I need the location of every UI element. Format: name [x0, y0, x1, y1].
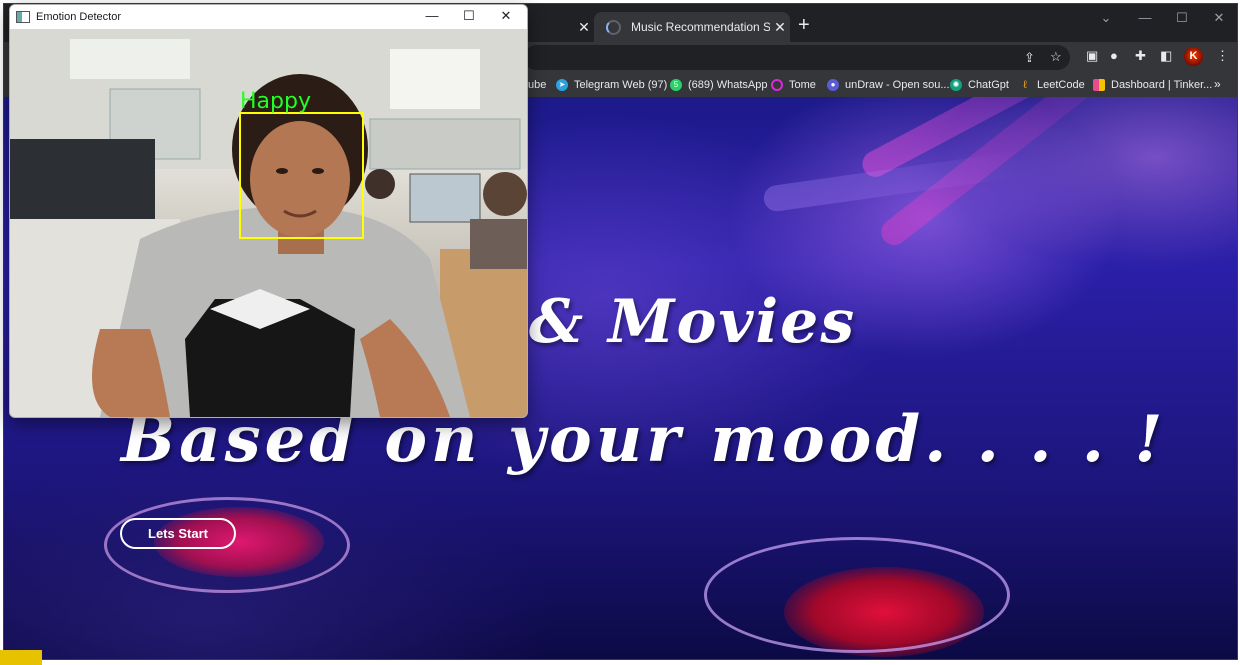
profile-avatar[interactable]: K — [1184, 47, 1203, 66]
maximize-icon[interactable]: ☐ — [451, 8, 487, 24]
bookmark-chatgpt[interactable]: ✺ ChatGpt — [950, 76, 1009, 94]
media-icon[interactable]: ▣ — [1086, 48, 1098, 64]
close-icon[interactable]: ✕ — [770, 19, 790, 36]
glass-partition — [369, 118, 521, 170]
side-panel-icon[interactable]: ◧ — [1160, 48, 1172, 64]
chatgpt-icon: ✺ — [950, 79, 962, 91]
minimize-icon[interactable]: — — [1130, 10, 1160, 25]
bookmark-label: Telegram Web (97) — [574, 79, 668, 91]
bookmark-label: (689) WhatsApp — [688, 79, 768, 91]
light-ring — [704, 537, 1010, 653]
bookmark-telegram[interactable]: ➤ Telegram Web (97) — [556, 76, 667, 94]
bookmark-label: Tome — [789, 79, 816, 91]
bookmark-label: ChatGpt — [968, 79, 1009, 91]
face-detection-box — [239, 112, 364, 239]
bookmark-label: LeetCode — [1037, 79, 1085, 91]
emotion-label: Happy — [240, 89, 311, 114]
webcam-feed: Happy — [10, 29, 527, 417]
lets-start-button[interactable]: Lets Start — [120, 518, 236, 549]
app-icon — [16, 11, 30, 23]
background-person — [470, 219, 527, 269]
bookmark-whatsapp[interactable]: 5 (689) WhatsApp — [670, 76, 767, 94]
bookmark-label: unDraw - Open sou... — [845, 79, 950, 91]
tab-title: Music Recommendation System — [631, 20, 770, 34]
bookmark-undraw[interactable]: ● unDraw - Open sou... — [827, 76, 950, 94]
tab-music-recommendation[interactable]: Music Recommendation System ✕ — [594, 12, 790, 42]
close-icon[interactable]: ✕ — [488, 8, 524, 24]
bookmark-tinkercad[interactable]: Dashboard | Tinker... — [1093, 76, 1212, 94]
detector-titlebar: Emotion Detector — ☐ ✕ — [10, 5, 527, 29]
bookmark-label: ube — [528, 79, 547, 91]
microphone-icon[interactable]: ● — [1110, 48, 1118, 63]
emotion-detector-window: Emotion Detector — ☐ ✕ Happy — [9, 4, 528, 418]
close-icon[interactable]: ✕ — [574, 19, 594, 36]
bookmark-leetcode[interactable]: ℓ LeetCode — [1019, 76, 1085, 94]
computer-monitor — [409, 173, 481, 223]
background-person — [483, 172, 527, 216]
address-bar[interactable]: ⇪ ☆ — [524, 45, 1070, 70]
computer-monitor — [10, 139, 155, 224]
background-person — [365, 169, 395, 199]
telegram-icon: ➤ — [556, 79, 568, 91]
ceiling-light — [70, 39, 190, 79]
loading-spinner-icon — [606, 19, 621, 35]
maximize-icon[interactable]: ☐ — [1167, 10, 1197, 26]
more-bookmarks-icon[interactable]: » — [1214, 77, 1221, 91]
tome-icon — [771, 79, 783, 91]
bookmark-tome[interactable]: Tome — [771, 76, 816, 94]
star-icon[interactable]: ☆ — [1050, 49, 1062, 65]
extensions-icon[interactable]: ✚ — [1135, 48, 1146, 64]
tab-search-icon[interactable]: ⌄ — [1091, 10, 1121, 26]
window-panel — [390, 49, 480, 109]
share-icon[interactable]: ⇪ — [1024, 50, 1035, 66]
tab-previous[interactable]: ✕ — [524, 12, 596, 42]
leetcode-icon: ℓ — [1023, 79, 1027, 91]
new-tab-button[interactable]: + — [798, 15, 810, 35]
detector-title: Emotion Detector — [36, 11, 121, 23]
whatsapp-icon: 5 — [670, 79, 682, 91]
minimize-icon[interactable]: — — [414, 8, 450, 23]
undraw-icon: ● — [827, 79, 839, 91]
hero-heading-line-1: & Movies — [529, 287, 857, 357]
close-window-icon[interactable]: ✕ — [1204, 10, 1234, 26]
menu-icon[interactable]: ⋮ — [1216, 48, 1229, 64]
taskbar-app-icon[interactable] — [0, 650, 42, 665]
bookmark-label: Dashboard | Tinker... — [1111, 79, 1213, 91]
tinkercad-icon — [1093, 79, 1105, 91]
bookmark-youtube[interactable]: ube — [528, 76, 546, 94]
